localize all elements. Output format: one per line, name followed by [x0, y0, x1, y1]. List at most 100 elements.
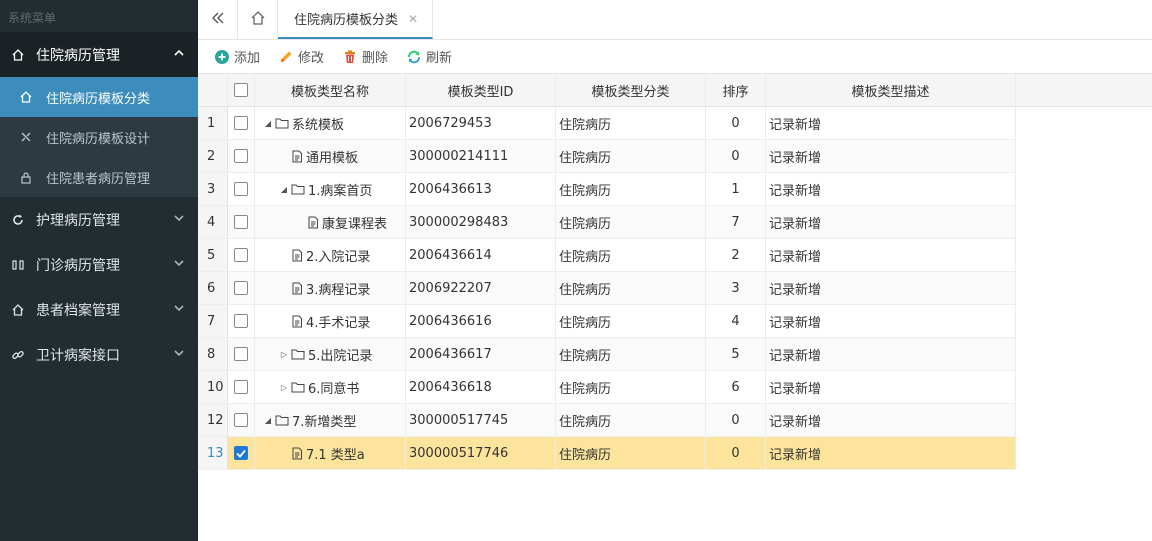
file-icon [291, 282, 303, 295]
table-row[interactable]: 13 7.1 类型a 300000517746 住院病历 0 记录新增 [198, 437, 1016, 470]
menu-label: 护理病历管理 [36, 212, 120, 229]
close-icon[interactable]: ✕ [408, 12, 418, 26]
template-name: 6.同意书 [308, 381, 360, 397]
cell-description: 记录新增 [766, 173, 1016, 205]
cell-name[interactable]: 7.1 类型a [255, 437, 406, 469]
menu-outpatient-records[interactable]: 门诊病历管理 [0, 242, 198, 287]
row-select[interactable] [228, 206, 255, 238]
row-select[interactable] [228, 107, 255, 139]
menu-nursing-records[interactable]: 护理病历管理 [0, 197, 198, 242]
header-sort[interactable]: 排序 [706, 74, 766, 106]
grid-header-filler [1016, 73, 1152, 107]
table-row[interactable]: 2 通用模板 300000214111 住院病历 0 记录新增 [198, 140, 1016, 173]
sidebar-item-label: 住院病历模板分类 [46, 91, 151, 107]
row-number: 13 [198, 437, 228, 469]
edit-button[interactable]: 修改 [278, 47, 324, 66]
row-select[interactable] [228, 305, 255, 337]
row-checkbox[interactable] [234, 248, 248, 262]
row-select[interactable] [228, 437, 255, 469]
cell-name[interactable]: 康复课程表 [255, 206, 406, 238]
menu-group-outpatient: 门诊病历管理 [0, 242, 198, 287]
table-row[interactable]: 12 ◢ 7.新增类型 300000517745 住院病历 0 记录新增 [198, 404, 1016, 437]
cell-sort: 0 [706, 140, 766, 172]
chevron-down-icon [174, 349, 184, 360]
row-checkbox[interactable] [234, 347, 248, 361]
sidebar-item-template-category[interactable]: 住院病历模板分类 [0, 77, 198, 117]
header-category[interactable]: 模板类型分类 [556, 74, 706, 106]
tree-collapsed-icon[interactable]: ▷ [279, 350, 289, 359]
cell-category: 住院病历 [556, 305, 706, 337]
home-tab-button[interactable] [238, 0, 278, 39]
row-number: 8 [198, 338, 228, 370]
submenu-inpatient: 住院病历模板分类 住院病历模板设计 住院患者病历管理 [0, 77, 198, 197]
cell-sort: 0 [706, 437, 766, 469]
sidebar-item-template-design[interactable]: 住院病历模板设计 [0, 117, 198, 157]
menu-health-interface[interactable]: 卫计病案接口 [0, 332, 198, 377]
cell-name[interactable]: ◢ 1.病案首页 [255, 173, 406, 205]
table-row[interactable]: 6 3.病程记录 2006922207 住院病历 3 记录新增 [198, 272, 1016, 305]
row-checkbox[interactable] [234, 281, 248, 295]
row-checkbox[interactable] [234, 446, 248, 460]
add-button[interactable]: 添加 [214, 47, 260, 66]
cell-name[interactable]: 2.入院记录 [255, 239, 406, 271]
row-checkbox[interactable] [234, 413, 248, 427]
table-row[interactable]: 10 ▷ 6.同意书 2006436618 住院病历 6 记录新增 [198, 371, 1016, 404]
cell-description: 记录新增 [766, 338, 1016, 370]
row-checkbox[interactable] [234, 149, 248, 163]
header-select-all[interactable] [228, 74, 255, 106]
home-icon [18, 90, 34, 104]
cell-id: 2006436613 [406, 173, 556, 205]
table-row[interactable]: 3 ◢ 1.病案首页 2006436613 住院病历 1 记录新增 [198, 173, 1016, 206]
menu-inpatient-records[interactable]: 住院病历管理 [0, 32, 198, 77]
row-checkbox[interactable] [234, 215, 248, 229]
cell-category: 住院病历 [556, 173, 706, 205]
table-row[interactable]: 4 康复课程表 300000298483 住院病历 7 记录新增 [198, 206, 1016, 239]
row-select[interactable] [228, 140, 255, 172]
row-select[interactable] [228, 404, 255, 436]
template-name: 4.手术记录 [306, 315, 371, 331]
table-row[interactable]: 8 ▷ 5.出院记录 2006436617 住院病历 5 记录新增 [198, 338, 1016, 371]
row-select[interactable] [228, 173, 255, 205]
select-all-checkbox[interactable] [234, 83, 248, 97]
row-select[interactable] [228, 272, 255, 304]
cell-description: 记录新增 [766, 437, 1016, 469]
tree-expanded-icon[interactable]: ◢ [279, 185, 289, 194]
cell-category: 住院病历 [556, 404, 706, 436]
header-id[interactable]: 模板类型ID [406, 74, 556, 106]
cell-name[interactable]: ◢ 7.新增类型 [255, 404, 406, 436]
tab-template-category[interactable]: 住院病历模板分类 ✕ [278, 0, 434, 39]
row-select[interactable] [228, 239, 255, 271]
folder-icon [275, 117, 289, 129]
row-checkbox[interactable] [234, 182, 248, 196]
cell-description: 记录新增 [766, 239, 1016, 271]
collapse-sidebar-button[interactable] [198, 0, 238, 39]
table-row[interactable]: 5 2.入院记录 2006436614 住院病历 2 记录新增 [198, 239, 1016, 272]
sidebar-item-patient-records[interactable]: 住院患者病历管理 [0, 157, 198, 197]
cell-name[interactable]: 3.病程记录 [255, 272, 406, 304]
template-name: 1.病案首页 [308, 183, 373, 199]
cell-name[interactable]: 通用模板 [255, 140, 406, 172]
table-row[interactable]: 1 ◢ 系统模板 2006729453 住院病历 0 记录新增 [198, 107, 1016, 140]
row-select[interactable] [228, 371, 255, 403]
refresh-button[interactable]: 刷新 [406, 47, 452, 66]
row-checkbox[interactable] [234, 314, 248, 328]
columns-icon [8, 258, 28, 272]
row-checkbox[interactable] [234, 116, 248, 130]
tree-expanded-icon[interactable]: ◢ [263, 416, 273, 425]
cell-name[interactable]: ▷ 6.同意书 [255, 371, 406, 403]
tree-expanded-icon[interactable]: ◢ [263, 119, 273, 128]
delete-button[interactable]: 删除 [342, 47, 388, 66]
header-name[interactable]: 模板类型名称 [255, 74, 406, 106]
template-name: 通用模板 [306, 150, 359, 166]
header-description[interactable]: 模板类型描述 [766, 74, 1016, 106]
tree-collapsed-icon[interactable]: ▷ [279, 383, 289, 392]
cell-name[interactable]: ◢ 系统模板 [255, 107, 406, 139]
row-checkbox[interactable] [234, 380, 248, 394]
table-row[interactable]: 7 4.手术记录 2006436616 住院病历 4 记录新增 [198, 305, 1016, 338]
cell-name[interactable]: 4.手术记录 [255, 305, 406, 337]
chevron-down-icon [174, 259, 184, 270]
row-select[interactable] [228, 338, 255, 370]
menu-patient-archive[interactable]: 患者档案管理 [0, 287, 198, 332]
row-number: 5 [198, 239, 228, 271]
cell-name[interactable]: ▷ 5.出院记录 [255, 338, 406, 370]
